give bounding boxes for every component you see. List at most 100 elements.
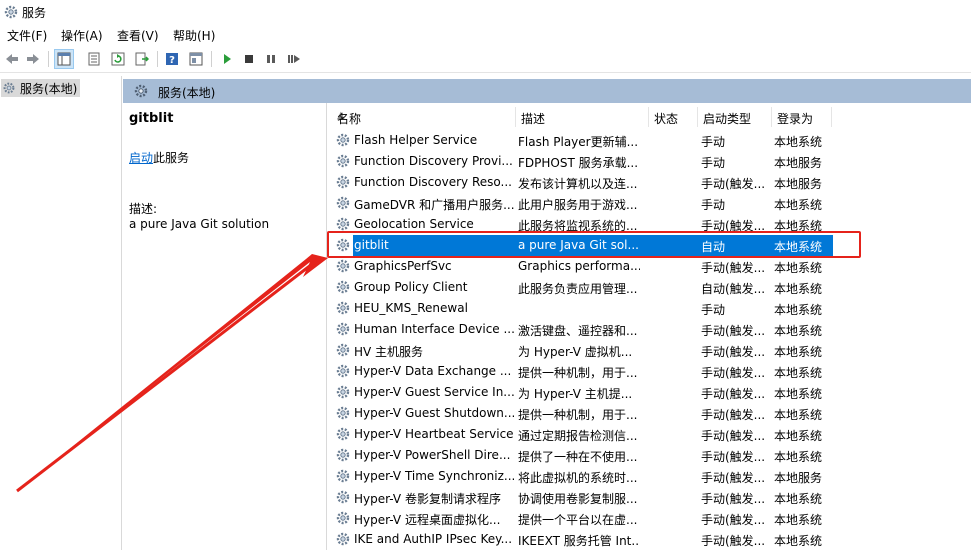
service-name-cell: Hyper-V PowerShell Dire... xyxy=(354,448,511,462)
service-logon-cell: 本地系统 xyxy=(774,345,823,359)
restart-service-icon[interactable] xyxy=(284,49,304,69)
column-header-description[interactable]: 描述 xyxy=(515,103,648,131)
service-startup-type-cell: 手动 xyxy=(701,303,726,317)
services-gear-icon xyxy=(3,82,15,94)
service-gear-icon xyxy=(335,132,351,151)
start-service-link[interactable]: 启动 xyxy=(129,151,153,165)
column-header-startup-type[interactable]: 启动类型 xyxy=(697,103,771,131)
service-startup-type-cell: 手动(触发... xyxy=(701,534,766,548)
services-rows: Flash Helper Service Flash Player更新辅... 手动… xyxy=(331,130,971,550)
table-row[interactable]: Hyper-V Data Exchange ... 提供一种机制，用于... 手动(… xyxy=(331,361,971,382)
refresh-icon[interactable] xyxy=(108,49,128,69)
service-startup-type-cell: 手动(触发... xyxy=(701,429,766,443)
stop-service-icon[interactable] xyxy=(239,49,259,69)
table-row[interactable]: GraphicsPerfSvc Graphics performa... 手动(触发… xyxy=(331,256,971,277)
service-startup-type-cell: 手动(触发... xyxy=(701,261,766,275)
service-logon-cell: 本地服务 xyxy=(774,177,823,191)
service-description-cell: 协调使用卷影复制服... xyxy=(518,492,638,506)
table-row[interactable]: Hyper-V 卷影复制请求程序 协调使用卷影复制服... 手动(触发... 本地系统 xyxy=(331,487,971,508)
services-panel: 服务(本地) gitblit 启动此服务 描述: a pure Java Git… xyxy=(123,79,971,550)
service-startup-type-cell: 手动(触发... xyxy=(701,177,766,191)
services-gear-icon xyxy=(3,4,19,23)
menu-file[interactable]: 文件(F) xyxy=(5,27,49,44)
column-header-logon-as[interactable]: 登录为 xyxy=(771,103,831,131)
console-tree-icon[interactable] xyxy=(54,49,74,69)
service-gear-icon xyxy=(335,279,351,298)
description-text: a pure Java Git solution xyxy=(129,217,270,231)
service-name-cell: Hyper-V Data Exchange ... xyxy=(354,364,512,378)
service-logon-cell: 本地系统 xyxy=(774,387,823,401)
service-name-cell: Hyper-V Heartbeat Service xyxy=(354,427,514,441)
table-row[interactable]: Human Interface Device ... 激活键盘、遥控器和... 手动… xyxy=(331,319,971,340)
service-name-cell: Hyper-V Guest Service In... xyxy=(354,385,514,399)
table-row[interactable]: Hyper-V Guest Shutdown... 提供一种机制，用于... 手动(… xyxy=(331,403,971,424)
table-row[interactable]: HV 主机服务 为 Hyper-V 虚拟机... 手动(触发... 本地系统 xyxy=(331,340,971,361)
service-logon-cell: 本地系统 xyxy=(774,534,823,548)
service-logon-cell: 本地系统 xyxy=(774,408,823,422)
table-row[interactable]: HEU_KMS_Renewal 手动 本地系统 xyxy=(331,298,971,319)
table-row[interactable]: Hyper-V 远程桌面虚拟化... 提供一个平台以在虚... 手动(触发... 本地… xyxy=(331,508,971,529)
service-gear-icon xyxy=(335,510,351,529)
service-name-cell: HEU_KMS_Renewal xyxy=(354,301,468,315)
table-row[interactable]: Function Discovery Reso... 发布该计算机以及连... 手动… xyxy=(331,172,971,193)
properties-icon[interactable] xyxy=(84,49,104,69)
pause-service-icon[interactable] xyxy=(261,49,281,69)
service-startup-type-cell: 手动(触发... xyxy=(701,366,766,380)
service-name-cell: GraphicsPerfSvc xyxy=(354,259,452,273)
service-logon-cell: 本地系统 xyxy=(774,303,823,317)
table-row[interactable]: Hyper-V PowerShell Dire... 提供了一种在不使用... 手动… xyxy=(331,445,971,466)
service-description-cell: Graphics performa... xyxy=(518,259,640,273)
back-icon[interactable] xyxy=(2,49,22,69)
service-name-cell: Hyper-V Time Synchroniz... xyxy=(354,469,514,483)
menu-help[interactable]: 帮助(H) xyxy=(171,27,217,44)
service-logon-cell: 本地服务 xyxy=(774,471,823,485)
details-pane: gitblit 启动此服务 描述: a pure Java Git soluti… xyxy=(123,103,327,550)
show-pane-icon[interactable] xyxy=(186,49,206,69)
service-description-cell: 此用户服务用于游戏... xyxy=(518,198,638,212)
service-name-cell: Group Policy Client xyxy=(354,280,468,294)
column-header-name[interactable]: ▲ 名称 xyxy=(331,103,514,131)
service-startup-type-cell: 手动 xyxy=(701,198,726,212)
description-label: 描述: xyxy=(129,202,158,216)
service-startup-type-cell: 手动(触发... xyxy=(701,387,766,401)
export-list-icon[interactable] xyxy=(132,49,152,69)
service-gear-icon xyxy=(335,447,351,466)
service-startup-type-cell: 手动(触发... xyxy=(701,513,766,527)
service-gear-icon xyxy=(335,300,351,319)
service-description-cell: 提供了一种在不使用... xyxy=(518,450,638,464)
table-row[interactable]: Function Discovery Provi... FDPHOST 服务承载.… xyxy=(331,151,971,172)
service-gear-icon xyxy=(335,342,351,361)
service-startup-type-cell: 手动(触发... xyxy=(701,471,766,485)
service-startup-type-cell: 手动 xyxy=(701,156,726,170)
service-startup-type-cell: 手动(触发... xyxy=(701,408,766,422)
service-logon-cell: 本地系统 xyxy=(774,324,823,338)
service-gear-icon xyxy=(335,174,351,193)
menu-action[interactable]: 操作(A) xyxy=(59,27,105,44)
table-row[interactable]: Flash Helper Service Flash Player更新辅... 手动… xyxy=(331,130,971,151)
table-row[interactable]: GameDVR 和广播用户服务... 此用户服务用于游戏... 手动 本地系统 xyxy=(331,193,971,214)
tree-item-services-local[interactable]: 服务(本地) xyxy=(1,79,81,97)
service-description-cell: FDPHOST 服务承载... xyxy=(518,156,639,170)
service-gear-icon xyxy=(335,468,351,487)
service-logon-cell: 本地系统 xyxy=(774,492,823,506)
start-service-icon[interactable] xyxy=(217,49,237,69)
table-row[interactable]: Hyper-V Time Synchroniz... 将此虚拟机的系统时... 手动… xyxy=(331,466,971,487)
service-logon-cell: 本地系统 xyxy=(774,513,823,527)
table-row[interactable]: Hyper-V Heartbeat Service 通过定期报告检测信... 手动(… xyxy=(331,424,971,445)
service-logon-cell: 本地系统 xyxy=(774,450,823,464)
service-name-cell: IKE and AuthIP IPsec Key... xyxy=(354,532,513,546)
panel-header: 服务(本地) xyxy=(123,79,971,103)
table-row[interactable]: IKE and AuthIP IPsec Key... IKEEXT 服务托管 I… xyxy=(331,529,971,550)
help-icon[interactable]: ? xyxy=(162,49,182,69)
table-row[interactable]: Hyper-V Guest Service In... 为 Hyper-V 主机提… xyxy=(331,382,971,403)
table-row[interactable]: Group Policy Client 此服务负责应用管理... 自动(触发... 本… xyxy=(331,277,971,298)
service-startup-type-cell: 手动(触发... xyxy=(701,450,766,464)
annotation-highlight-box xyxy=(327,231,861,258)
forward-icon[interactable] xyxy=(23,49,43,69)
service-description-cell: 为 Hyper-V 主机提... xyxy=(518,387,633,401)
service-gear-icon xyxy=(335,426,351,445)
column-header-status[interactable]: 状态 xyxy=(648,103,697,131)
service-startup-type-cell: 手动(触发... xyxy=(701,345,766,359)
service-startup-type-cell: 自动(触发... xyxy=(701,282,766,296)
menu-view[interactable]: 查看(V) xyxy=(115,27,161,44)
